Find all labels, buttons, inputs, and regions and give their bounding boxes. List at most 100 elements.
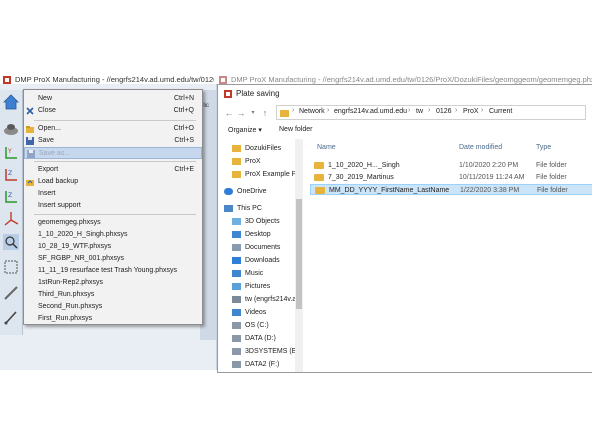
recent-file[interactable]: 1_10_2020_H_Singh.phxsys — [24, 229, 202, 241]
nav-item[interactable]: 3D Objects — [232, 216, 302, 228]
back-arrow-icon[interactable]: ← — [224, 107, 234, 119]
folder-icon — [315, 187, 325, 194]
table-row[interactable]: 1_10_2020_H..._Singh 1/10/2020 2:20 PM F… — [310, 160, 592, 171]
nav-item[interactable]: 3DSYSTEMS (E:) — [232, 346, 302, 358]
documents-icon — [232, 243, 241, 251]
recent-file[interactable]: SF_RGBP_NR_001.phxsys — [24, 253, 202, 265]
chevron-right-icon: › — [327, 107, 330, 114]
folder-icon — [232, 157, 241, 165]
iso-view-icon[interactable] — [2, 210, 20, 228]
menu-item-load-backup[interactable]: Load backup — [24, 176, 202, 188]
floppy-disk-icon — [27, 150, 35, 158]
nav-item[interactable]: Music — [232, 268, 302, 280]
nav-item[interactable]: Downloads — [232, 255, 302, 267]
crumb-0126[interactable]: 0126 — [436, 108, 452, 115]
nav-scrollbar[interactable] — [295, 139, 303, 372]
recent-file[interactable]: 10_28_19_WTF.phxsys — [24, 241, 202, 253]
pen-icon[interactable] — [2, 308, 20, 326]
folder-icon — [314, 174, 324, 181]
nav-item[interactable]: ProX — [232, 156, 302, 168]
nav-item[interactable]: This PC — [224, 203, 294, 215]
menu-item-export[interactable]: Export Ctrl+E — [24, 164, 202, 176]
drive-icon — [232, 360, 241, 368]
svg-text:Y: Y — [7, 148, 12, 155]
menu-item-open[interactable]: Open... Ctrl+O — [24, 123, 202, 135]
nav-item[interactable]: tw (engrfs214v.a — [232, 294, 302, 306]
svg-text:Z: Z — [8, 170, 12, 177]
path-box[interactable]: › Network › engrfs214v.ad.umd.edu › tw ›… — [276, 105, 586, 120]
menu-separator — [34, 161, 196, 162]
forward-arrow-icon[interactable]: → — [236, 107, 246, 119]
chevron-right-icon: › — [408, 107, 411, 114]
download-icon — [232, 256, 241, 264]
nav-item[interactable]: OS (C:) — [232, 320, 302, 332]
select-box-icon[interactable] — [2, 258, 20, 276]
crumb-server[interactable]: engrfs214v.ad.umd.edu — [334, 108, 407, 115]
menu-item-save-as[interactable]: Save as... — [24, 147, 202, 159]
nav-item[interactable]: OneDrive — [224, 186, 294, 198]
recent-file[interactable]: Second_Run.phxsys — [24, 301, 202, 313]
chevron-right-icon: › — [292, 107, 295, 114]
menu-item-new[interactable]: New Ctrl+N — [24, 93, 202, 105]
drive-icon — [232, 347, 241, 355]
load-part-icon[interactable] — [2, 120, 20, 138]
table-row[interactable]: 7_30_2019_Martinus 10/11/2019 11:24 AM F… — [310, 172, 592, 183]
recent-file[interactable]: First_Run.phxsys — [24, 313, 202, 325]
home-icon[interactable] — [2, 93, 20, 111]
file-list: Name Date modified Type 1_10_2020_H..._S… — [310, 139, 592, 372]
crumb-tw[interactable]: tw — [416, 108, 423, 115]
cloud-icon — [224, 187, 233, 195]
dialog-title: Plate saving — [236, 89, 280, 98]
navigation-pane: DozukiFiles ProX ProX Example Pa OneDriv… — [218, 139, 306, 372]
measure-icon[interactable] — [2, 284, 20, 302]
menu-item-insert[interactable]: Insert — [24, 188, 202, 200]
nav-item[interactable]: Desktop — [232, 229, 302, 241]
nav-item[interactable]: Pictures — [232, 281, 302, 293]
zoom-icon[interactable] — [2, 233, 20, 251]
scrollbar-thumb[interactable] — [296, 199, 302, 309]
crumb-network[interactable]: Network — [299, 108, 325, 115]
drive-icon — [232, 321, 241, 329]
chevron-right-icon: › — [455, 107, 458, 114]
drive-icon — [232, 334, 241, 342]
recent-file[interactable]: Third_Run.phxsys — [24, 289, 202, 301]
menu-separator — [34, 120, 196, 121]
floppy-disk-icon — [26, 137, 34, 145]
menu-item-save[interactable]: Save Ctrl+S — [24, 135, 202, 147]
command-bar: Organize ▾ New folder — [218, 123, 592, 139]
recent-file[interactable]: geomemgeg.phxsys — [24, 217, 202, 229]
menu-item-close[interactable]: Close Ctrl+Q — [24, 105, 202, 117]
organize-button[interactable]: Organize ▾ — [228, 126, 262, 134]
axis-zy-icon[interactable]: Z — [2, 188, 20, 206]
crumb-current[interactable]: Current — [489, 108, 512, 115]
column-header-date[interactable]: Date modified — [459, 144, 502, 151]
nav-item[interactable]: ProX Example Pa — [232, 169, 302, 181]
recent-file[interactable]: 1stRun-Rep2.phxsys — [24, 277, 202, 289]
recent-file[interactable]: 11_11_19 resurface test Trash Young.phxs… — [24, 265, 202, 277]
partial-label: jlic — [202, 103, 209, 109]
network-drive-icon — [232, 295, 241, 303]
column-header-name[interactable]: Name — [317, 144, 336, 151]
backup-icon — [26, 178, 34, 186]
new-folder-button[interactable]: New folder — [279, 126, 312, 133]
column-header-type[interactable]: Type — [536, 144, 551, 151]
table-row-selected[interactable]: MM_DD_YYYY_FirstName_LastName 1/22/2020 … — [310, 184, 592, 195]
menu-item-insert-support[interactable]: Insert support — [24, 200, 202, 212]
cube-icon — [232, 217, 241, 225]
chevron-down-icon[interactable]: ▾ — [248, 107, 258, 119]
crumb-prox[interactable]: ProX — [463, 108, 479, 115]
nav-item[interactable]: DATA2 (F:) — [232, 359, 302, 371]
music-icon — [232, 269, 241, 277]
left-toolbar: Y Z Z — [0, 90, 23, 335]
file-menu: New Ctrl+N Close Ctrl+Q Open... Ctrl+O S… — [23, 89, 203, 325]
nav-item[interactable]: DozukiFiles — [232, 143, 302, 155]
folder-icon — [314, 162, 324, 169]
up-arrow-icon[interactable]: ↑ — [260, 107, 270, 119]
folder-icon — [280, 109, 289, 119]
axis-zx-icon[interactable]: Z — [2, 166, 20, 184]
videos-icon — [232, 308, 241, 316]
axis-yz-icon[interactable]: Y — [2, 144, 20, 162]
nav-item[interactable]: DATA (D:) — [232, 333, 302, 345]
nav-item[interactable]: Documents — [232, 242, 302, 254]
nav-item[interactable]: Videos — [232, 307, 302, 319]
